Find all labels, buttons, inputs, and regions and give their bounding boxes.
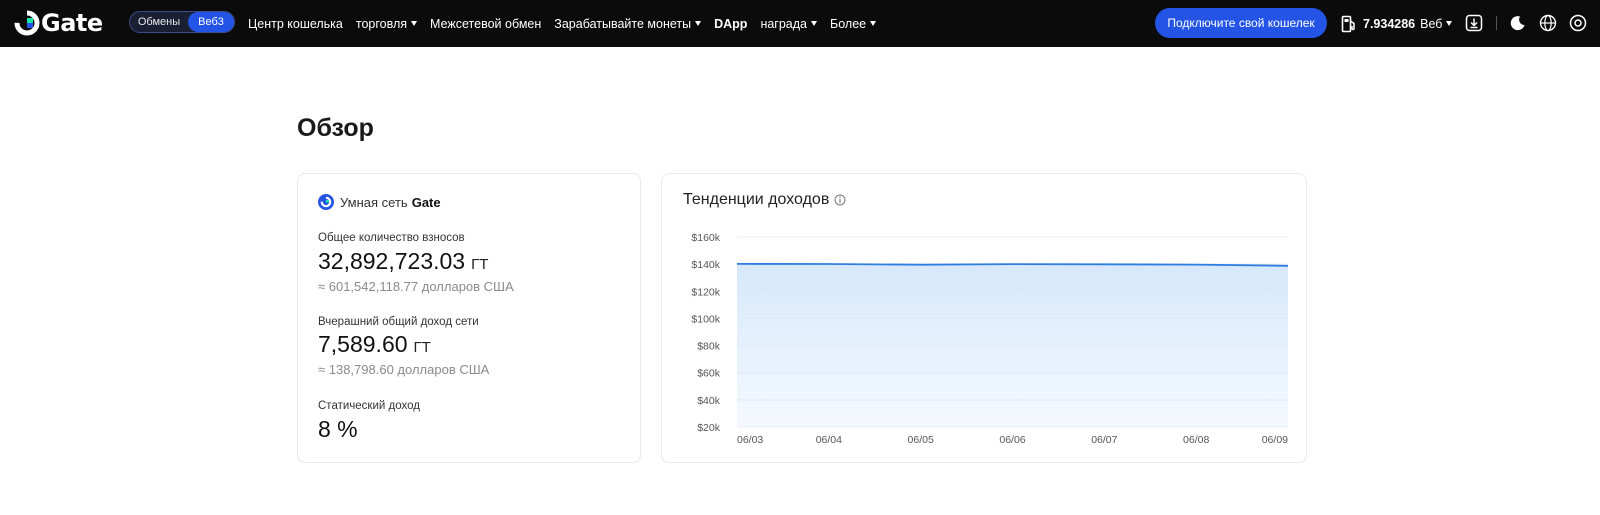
yesterday-income-value: 7,589.60 ГТ: [318, 331, 431, 358]
gas-price-selector[interactable]: 7.934286 Веб: [1341, 0, 1453, 47]
nav-label: Центр кошелька: [248, 16, 343, 31]
nav-label: Более: [830, 16, 867, 31]
value-number: 8 %: [318, 416, 358, 442]
y-tick-label: $160k: [691, 232, 720, 244]
total-staked-usd: ≈ 601,542,118.77 долларов США: [318, 279, 514, 294]
caret-down-icon: [870, 21, 877, 26]
settings-icon[interactable]: [1568, 13, 1588, 33]
header-divider: [1496, 16, 1497, 30]
gate-logo-icon: [14, 10, 40, 36]
yesterday-income-usd: ≈ 138,798.60 долларов США: [318, 362, 490, 377]
y-tick-label: $20k: [697, 422, 721, 434]
moon-icon[interactable]: [1508, 13, 1528, 33]
income-trend-card: $20k $40k $60k $80k $100k $120k $140k $160k 06/0…: [661, 173, 1307, 463]
total-staked-label: Общее количество взносов: [318, 232, 465, 244]
value-number: 32,892,723.03: [318, 248, 466, 274]
chart-title-text: Тенденции доходов: [683, 191, 830, 208]
x-tick-label: 06/08: [1183, 434, 1209, 446]
gas-unit: Веб: [1420, 16, 1443, 31]
x-tick-label: 06/06: [999, 434, 1025, 446]
caret-down-icon: [695, 21, 702, 26]
globe-icon[interactable]: [1538, 13, 1558, 33]
x-tick-label: 06/07: [1091, 434, 1117, 446]
gate-logo[interactable]: Gate: [14, 8, 103, 38]
info-icon[interactable]: [834, 194, 846, 206]
nav-label: Зарабатывайте монеты: [554, 16, 692, 31]
nav-earn[interactable]: Зарабатывайте монеты: [554, 16, 702, 31]
y-tick-label: $60k: [697, 368, 721, 380]
nav-label: DApp: [714, 16, 748, 31]
yesterday-income-label: Вчерашний общий доход сети: [318, 316, 479, 328]
network-name: Умная сеть Gate: [318, 194, 441, 210]
y-tick-label: $120k: [691, 286, 720, 298]
y-tick-label: $80k: [697, 341, 721, 353]
connect-wallet-button[interactable]: Подключите свой кошелек: [1155, 8, 1327, 38]
y-tick-label: $40k: [697, 395, 721, 407]
x-tick-label: 06/04: [816, 434, 842, 446]
nav-dapp[interactable]: DApp: [714, 17, 747, 31]
value-unit: ГТ: [413, 339, 431, 356]
network-prefix: Умная сеть: [340, 194, 408, 210]
caret-down-icon: [811, 21, 818, 26]
switch-option-web3[interactable]: Веб3: [188, 12, 234, 32]
page-title: Обзор: [297, 114, 374, 142]
nav-rewards[interactable]: награда: [760, 16, 818, 31]
y-tick-label: $140k: [691, 259, 720, 271]
y-tick-label: $100k: [691, 313, 720, 325]
logo-text: Gate: [41, 9, 103, 37]
total-staked-value: 32,892,723.03 ГТ: [318, 248, 488, 275]
nav-cross-chain-swap[interactable]: Межсетевой обмен: [430, 17, 541, 31]
value-number: 7,589.60: [318, 331, 408, 357]
main-nav: Центр кошелька торговля Межсетевой обмен…: [248, 0, 889, 47]
exchange-web3-switch[interactable]: Обмены Веб3: [129, 11, 235, 33]
gas-value: 7.934286: [1363, 16, 1416, 31]
income-trend-chart: $20k $40k $60k $80k $100k $120k $140k $160k 06/0…: [691, 232, 1288, 446]
gate-chain-icon: [318, 194, 334, 210]
x-tick-label: 06/05: [908, 434, 934, 446]
network-chain-name: Gate: [411, 194, 441, 210]
switch-option-exchange[interactable]: Обмены: [130, 12, 188, 32]
static-yield-label: Статический доход: [318, 400, 420, 412]
chart-title: Тенденции доходов: [683, 191, 846, 209]
nav-label: торговля: [355, 16, 408, 31]
nav-label: награда: [760, 16, 808, 31]
caret-down-icon: [1446, 21, 1453, 26]
nav-trade[interactable]: торговля: [355, 16, 418, 31]
download-icon[interactable]: [1464, 13, 1484, 33]
caret-down-icon: [411, 21, 418, 26]
nav-wallet-center[interactable]: Центр кошелька: [248, 17, 343, 31]
nav-more[interactable]: Более: [830, 16, 877, 31]
value-unit: ГТ: [471, 256, 489, 273]
gas-pump-icon: [1341, 15, 1355, 32]
network-overview-card: Умная сеть Gate Общее количество взносов…: [297, 173, 641, 463]
x-tick-label: 06/09: [1262, 434, 1288, 446]
top-navigation-bar: Gate Обмены Веб3 Центр кошелька торговля…: [0, 0, 1600, 47]
series-area: [737, 263, 1288, 427]
nav-label: Межсетевой обмен: [430, 16, 542, 31]
static-yield-value: 8 %: [318, 416, 358, 443]
x-tick-label: 06/03: [737, 434, 763, 446]
